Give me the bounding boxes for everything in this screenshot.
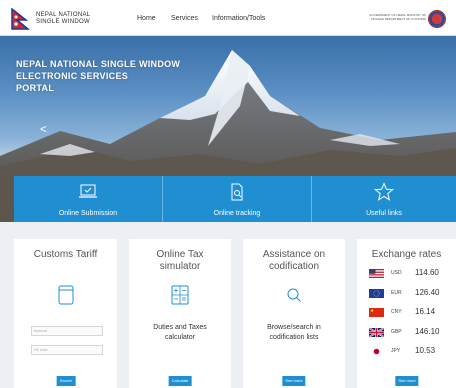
rate-row-jpy: JPY 10.53 <box>369 346 453 358</box>
service-label: Useful links <box>366 210 402 217</box>
hs-code-input[interactable]: HS code <box>31 345 103 355</box>
currency-rate: 16.14 <box>415 307 436 316</box>
currency-code: USD <box>391 270 402 276</box>
search-icon <box>287 288 301 302</box>
nav-information-tools[interactable]: Information/Tools <box>212 15 265 22</box>
codification-title-line-2: codification <box>268 261 320 272</box>
currency-rate: 146.10 <box>415 327 440 336</box>
service-useful-links[interactable]: Useful links <box>312 176 456 222</box>
calculate-button[interactable]: Calculate <box>168 376 192 386</box>
codification-title-line-1: Assistance on <box>262 249 326 260</box>
currency-code: GBP <box>391 329 402 335</box>
currency-code: JPY <box>391 348 401 354</box>
rate-row-cny: CNY 16.14 <box>369 307 453 319</box>
brand-line-2: SINGLE WINDOW <box>36 19 90 25</box>
calculator-icon <box>171 285 189 305</box>
government-seal-icon <box>428 10 446 28</box>
service-online-tracking[interactable]: Online tracking <box>163 176 312 222</box>
service-label: Online tracking <box>213 210 261 217</box>
star-icon <box>374 182 394 201</box>
site-header: NEPAL NATIONAL SINGLE WINDOW Home Servic… <box>0 0 456 36</box>
codification-see-more-button[interactable]: See more <box>282 376 306 386</box>
exchange-rates-title: Exchange rates <box>371 249 442 260</box>
rate-row-eur: EUR 126.40 <box>369 288 453 300</box>
customs-tariff-card <box>14 239 117 388</box>
online-tax-desc-line-1: Duties and Taxes <box>153 324 207 331</box>
codification-desc-line-1: Browse/search in <box>267 324 321 331</box>
japan-flag-icon <box>369 347 384 356</box>
currency-code: EUR <box>391 290 402 296</box>
government-text: GOVERNMENT OF NEPAL MINISTRY OF FINANCE … <box>369 13 426 21</box>
brand-name[interactable]: NEPAL NATIONAL SINGLE WINDOW <box>36 12 90 26</box>
currency-rate: 126.40 <box>415 288 440 297</box>
currency-code: CNY <box>391 309 402 315</box>
rate-row-gbp: GBP 146.10 <box>369 327 453 339</box>
search-button[interactable]: Search <box>56 376 76 386</box>
eu-flag-icon <box>369 289 384 298</box>
rate-row-usd: USD 114.60 <box>369 268 453 280</box>
service-label: Online Submission <box>58 210 118 217</box>
exchange-see-more-button[interactable]: See more <box>395 376 419 386</box>
carousel-prev-arrow[interactable]: < <box>40 122 47 136</box>
uk-flag-icon <box>369 328 384 337</box>
hero-title: NEPAL NATIONAL SINGLE WINDOW ELECTRONIC … <box>16 58 206 94</box>
services-bar: Online Submission Online tracking Useful… <box>14 176 456 222</box>
keyword-input[interactable]: keyword <box>31 326 103 336</box>
currency-rate: 114.60 <box>415 268 439 277</box>
codification-title: Assistance on codification <box>243 249 345 273</box>
book-icon <box>58 285 74 305</box>
online-tax-title-line-2: simulator <box>159 261 201 272</box>
hero-banner: NEPAL NATIONAL SINGLE WINDOW ELECTRONIC … <box>0 36 456 222</box>
service-online-submission[interactable]: Online Submission <box>14 176 163 222</box>
codification-description: Browse/search in codification lists <box>243 323 345 343</box>
customs-tariff-title: Customs Tariff <box>33 249 98 260</box>
us-flag-icon <box>369 269 384 278</box>
online-tax-title: Online Tax simulator <box>129 249 231 273</box>
hero-title-line-2: ELECTRONIC SERVICES <box>16 71 129 81</box>
laptop-icon <box>79 184 97 198</box>
hero-title-line-1: NEPAL NATIONAL SINGLE WINDOW <box>16 59 181 69</box>
china-flag-icon <box>369 308 384 317</box>
government-emblem: GOVERNMENT OF NEPAL MINISTRY OF FINANCE … <box>368 10 448 30</box>
online-tax-desc-line-2: calculator <box>165 334 195 341</box>
document-search-icon <box>231 183 243 201</box>
currency-rate: 10.53 <box>415 346 436 355</box>
nav-services[interactable]: Services <box>171 15 198 22</box>
hero-title-line-3: PORTAL <box>16 83 55 93</box>
nepal-flag-logo[interactable] <box>10 8 32 30</box>
codification-desc-line-2: codification lists <box>269 334 319 341</box>
online-tax-title-line-1: Online Tax <box>156 249 204 260</box>
online-tax-description: Duties and Taxes calculator <box>129 323 231 343</box>
nav-home[interactable]: Home <box>137 15 156 22</box>
brand-line-1: NEPAL NATIONAL <box>36 12 91 18</box>
